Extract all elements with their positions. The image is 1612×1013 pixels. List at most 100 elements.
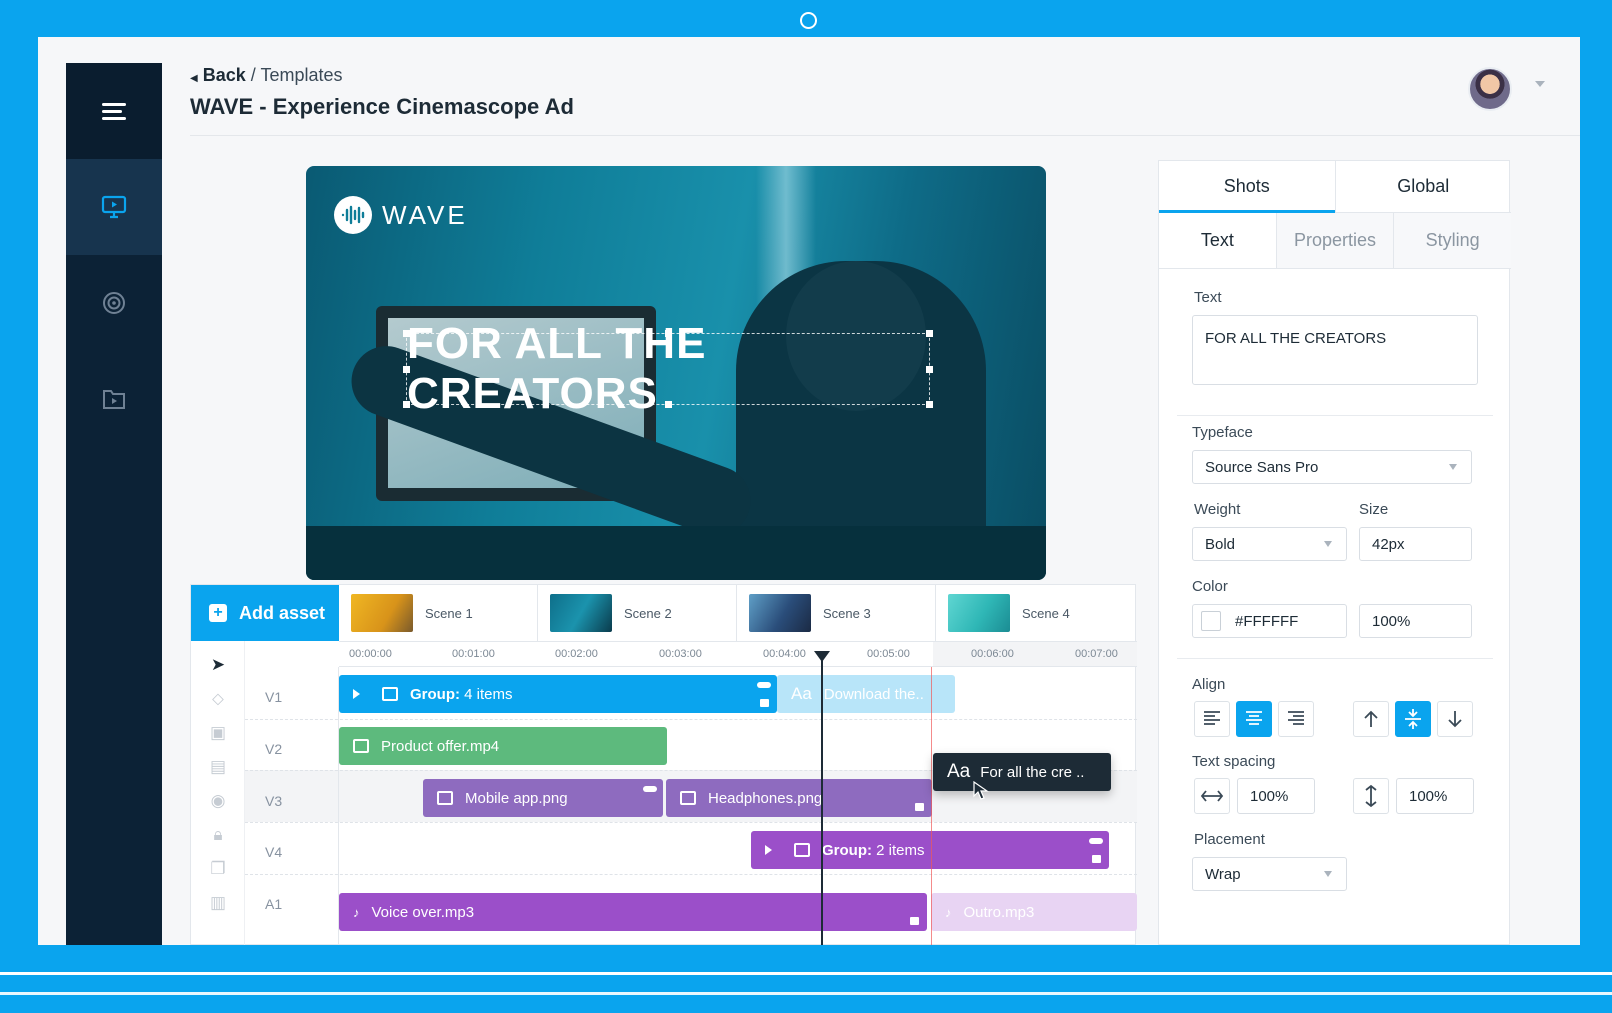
text-spacing-label: Text spacing [1192,753,1276,770]
scene-2[interactable]: Scene 2 [538,585,737,641]
device-edge-lower [0,992,1612,995]
sidebar-item-media[interactable] [66,351,162,447]
ruler-tick: 00:04:00 [763,648,806,660]
align-top-button[interactable] [1353,701,1389,737]
video-preview[interactable]: WAVE FOR ALL THE CREATORS [306,166,1046,580]
video-file-icon [353,739,369,753]
typeface-value: Source Sans Pro [1205,458,1319,476]
resize-handle-tl[interactable] [403,330,410,337]
chevron-down-icon [1324,871,1332,877]
toggle-icon[interactable] [757,682,771,688]
add-folder-icon[interactable]: ▣ [208,723,228,743]
tag-icon[interactable]: ⬦ [208,689,228,709]
clip-label: Headphones.png [708,789,823,807]
resize-handle-bl[interactable] [403,401,410,408]
align-right-icon [1288,711,1304,725]
line-spacing-value: 100% [1409,787,1448,805]
toggle-icon[interactable] [1089,838,1103,844]
timeline-end-marker [931,667,932,945]
playhead-line[interactable] [821,655,823,945]
align-right-button[interactable] [1278,701,1314,737]
size-input[interactable]: 42px [1359,527,1472,561]
playhead-handle-icon[interactable] [814,651,830,662]
duplicate-icon[interactable]: ❐ [208,859,228,879]
resize-handle-tr[interactable] [926,330,933,337]
ruler-tick: 00:01:00 [452,648,495,660]
track-label-v4: V4 [265,844,283,860]
resize-handle-br[interactable] [926,401,933,408]
clip-image-v3a[interactable]: Mobile app.png [423,779,663,817]
scene-thumbnail [749,594,811,632]
sidebar-item-projects[interactable] [66,159,162,255]
clip-group-v1[interactable]: Group: 4 items [339,675,777,713]
avatar[interactable] [1468,67,1512,111]
ruler-tick: 00:06:00 [971,648,1014,660]
tab-global[interactable]: Global [1334,161,1512,212]
color-swatch[interactable] [1201,611,1221,631]
subtab-styling[interactable]: Styling [1393,213,1512,268]
folder-icon [794,843,810,857]
select-arrow-icon[interactable]: ➤ [208,655,228,675]
tab-shots[interactable]: Shots [1159,161,1335,213]
opacity-input[interactable]: 100% [1359,604,1472,638]
align-bottom-button[interactable] [1437,701,1473,737]
lock-icon[interactable] [1092,855,1101,863]
lock-icon[interactable] [915,803,924,811]
weight-select[interactable]: Bold [1192,527,1347,561]
subtab-properties[interactable]: Properties [1275,213,1394,268]
clip-text-v1[interactable]: Aa Download the.. [777,675,955,713]
subtab-text[interactable]: Text [1159,213,1276,268]
typeface-label: Typeface [1192,424,1253,441]
sidebar-item-brand[interactable] [66,255,162,351]
letter-spacing-icon-button[interactable] [1194,778,1230,814]
typeface-select[interactable]: Source Sans Pro [1192,450,1472,484]
clip-image-v3b[interactable]: Headphones.png [666,779,932,817]
resize-handle-bc[interactable] [665,401,672,408]
clip-label: Download the.. [823,685,924,703]
lock-icon[interactable]: 🔒︎ [208,825,228,845]
account-caret-icon[interactable] [1535,81,1545,87]
cursor-arrow-icon [973,781,989,800]
placement-select[interactable]: Wrap [1192,857,1347,891]
add-asset-button[interactable]: + Add asset [191,585,339,641]
scene-3[interactable]: Scene 3 [737,585,936,641]
resize-handle-tc[interactable] [665,330,672,337]
expand-icon[interactable] [765,845,772,855]
line-spacing-input[interactable]: 100% [1396,778,1474,814]
lock-icon[interactable] [760,699,769,707]
scene-4[interactable]: Scene 4 [936,585,1135,641]
lock-icon[interactable] [910,917,919,925]
preview-headline-textbox[interactable]: FOR ALL THE CREATORS [403,319,933,418]
folder-icon[interactable]: ▤ [208,757,228,777]
text-input-value: FOR ALL THE CREATORS [1205,330,1387,347]
clip-audio-a1b[interactable]: ♪ Outro.mp3 [931,893,1137,931]
back-link[interactable]: Back [203,65,246,85]
letter-spacing-input[interactable]: 100% [1237,778,1315,814]
scene-1[interactable]: Scene 1 [339,585,538,641]
align-center-button[interactable] [1236,701,1272,737]
clip-video-v2[interactable]: Product offer.mp4 [339,727,667,765]
text-input[interactable]: FOR ALL THE CREATORS [1192,315,1478,385]
align-middle-button[interactable] [1395,701,1431,737]
opacity-value: 100% [1372,612,1411,630]
toggle-icon[interactable] [643,786,657,792]
color-input[interactable]: #FFFFFF [1192,604,1347,638]
drag-tooltip: Aa For all the cre .. [933,753,1111,800]
line-spacing-icon-button[interactable] [1353,778,1389,814]
clip-group-count: 2 items [876,841,925,859]
resize-handle-mr[interactable] [926,366,933,373]
expand-icon[interactable] [353,689,360,699]
clip-group-v4[interactable]: Group: 2 items [751,831,1109,869]
time-ruler[interactable]: 00:00:00 00:01:00 00:02:00 00:03:00 00:0… [339,641,1137,667]
target-icon [103,292,125,314]
clip-label: Voice over.mp3 [371,903,475,921]
breadcrumb-templates[interactable]: Templates [260,65,342,85]
clip-audio-a1[interactable]: ♪ Voice over.mp3 [339,893,927,931]
eye-icon[interactable]: ◉ [208,791,228,811]
align-middle-icon [1405,709,1421,729]
align-left-button[interactable] [1194,701,1230,737]
menu-button[interactable] [66,63,162,159]
trash-icon[interactable]: ▥ [208,893,228,913]
resize-handle-ml[interactable] [403,366,410,373]
clip-group-count: 4 items [464,685,513,703]
